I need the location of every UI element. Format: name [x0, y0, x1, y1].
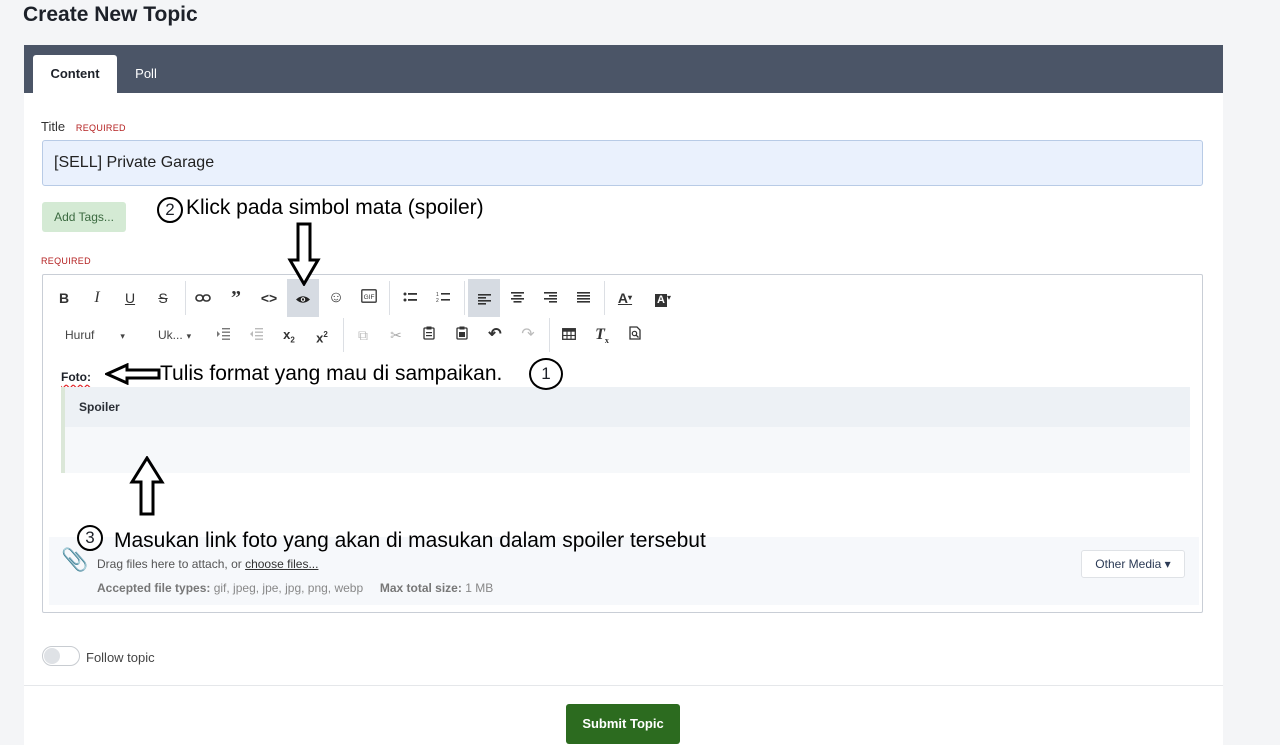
link-icon[interactable] [187, 282, 219, 314]
emoji-icon[interactable]: ☺ [320, 282, 352, 314]
superscript-icon[interactable]: x2 [306, 319, 338, 351]
title-input[interactable] [42, 140, 1203, 186]
italic-icon[interactable]: I [81, 282, 113, 314]
outdent-icon[interactable] [240, 319, 272, 351]
title-label-text: Title [41, 119, 66, 134]
toggle-knob [44, 648, 60, 664]
indent-icon[interactable] [207, 319, 239, 351]
font-family-dropdown[interactable]: Huruf ▾ [65, 319, 125, 351]
body-required-badge: REQUIRED [41, 256, 91, 266]
align-left-icon[interactable] [468, 279, 500, 317]
arrow-left-icon [105, 363, 161, 385]
bullet-list-icon[interactable] [394, 282, 426, 314]
background-color-icon[interactable]: A ▾ [647, 282, 679, 314]
subscript-icon[interactable]: x2 [273, 319, 305, 351]
font-family-label: Huruf [65, 328, 95, 342]
text-color-icon[interactable]: A▾ [609, 282, 641, 314]
underline-icon[interactable]: U [114, 282, 146, 314]
tab-poll[interactable]: Poll [129, 55, 163, 93]
max-size-label: Max total size: [379, 581, 462, 595]
step-2-badge: 2 [157, 197, 183, 223]
foto-label: Foto: [61, 370, 91, 384]
preview-icon[interactable] [619, 319, 651, 351]
bold-icon[interactable]: B [48, 282, 80, 314]
spoiler-header: Spoiler [65, 387, 1190, 427]
paperclip-icon: 📎 [61, 547, 89, 572]
arrow-down-icon [287, 222, 321, 286]
submit-topic-button[interactable]: Submit Topic [566, 704, 680, 744]
cut-icon[interactable]: ✂ [380, 319, 412, 351]
step-3-badge: 3 [77, 525, 103, 551]
arrow-up-icon [129, 456, 165, 516]
numbered-list-icon[interactable]: 12 [427, 282, 459, 314]
other-media-button[interactable]: Other Media ▾ [1081, 550, 1185, 578]
copy-icon[interactable]: ⧉ [347, 319, 379, 351]
spoiler-title: Spoiler [79, 400, 120, 414]
accepted-types-value: gif, jpeg, jpe, jpg, png, webp [213, 581, 364, 595]
svg-text:2: 2 [436, 298, 439, 303]
tab-content[interactable]: Content [33, 55, 117, 93]
quote-icon[interactable]: ” [220, 282, 252, 314]
page-title: Create New Topic [23, 3, 198, 26]
accepted-types-label: Accepted file types: [97, 581, 211, 595]
align-center-icon[interactable] [501, 282, 533, 314]
follow-topic-toggle[interactable] [42, 646, 80, 666]
table-icon[interactable] [553, 319, 585, 351]
rich-text-editor: B I U S ” <> ☺ GIF 12 A▾ A ▾ Huruf ▾ Uk.… [42, 274, 1203, 613]
gif-icon[interactable]: GIF [353, 282, 385, 314]
max-size-value: 1 MB [465, 581, 494, 595]
font-size-label: Uk... [158, 328, 183, 342]
spoiler-block[interactable]: Spoiler [61, 387, 1190, 473]
step-2-note: Klick pada simbol mata (spoiler) [186, 196, 484, 219]
paste-text-icon[interactable] [446, 319, 478, 351]
drag-text: Drag files here to attach, or [97, 557, 246, 571]
accepted-files-info: Accepted file types: gif, jpeg, jpe, jpg… [97, 581, 493, 595]
step-1-note: Tulis format yang mau di sampaikan. [160, 362, 503, 385]
divider [24, 685, 1223, 686]
drag-files-text: Drag files here to attach, or choose fil… [97, 557, 318, 571]
step-3-note: Masukan link foto yang akan di masukan d… [114, 529, 706, 552]
justify-icon[interactable] [567, 282, 599, 314]
title-label: Title REQUIRED [41, 119, 126, 134]
code-icon[interactable]: <> [253, 282, 285, 314]
strikethrough-icon[interactable]: S [147, 282, 179, 314]
choose-files-link[interactable]: choose files... [245, 557, 318, 571]
undo-icon[interactable]: ↶ [479, 319, 511, 351]
paste-icon[interactable] [413, 319, 445, 351]
svg-text:GIF: GIF [364, 294, 375, 301]
font-size-dropdown[interactable]: Uk... ▾ [158, 319, 191, 351]
follow-topic-label: Follow topic [86, 650, 155, 665]
add-tags-button[interactable]: Add Tags... [42, 202, 126, 232]
title-required-badge: REQUIRED [75, 123, 126, 133]
tab-bar: Content Poll [24, 45, 1223, 93]
step-1-badge: 1 [529, 358, 563, 390]
redo-icon[interactable]: ↷ [512, 319, 544, 351]
clear-formatting-icon[interactable]: Tx [586, 319, 618, 351]
topic-form-panel: Content Poll Title REQUIRED Add Tags... … [24, 45, 1223, 745]
align-right-icon[interactable] [534, 282, 566, 314]
